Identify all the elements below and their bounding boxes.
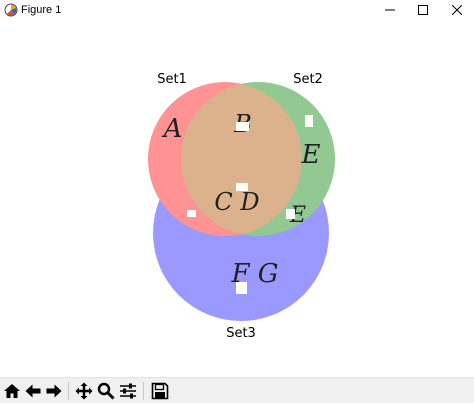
home-icon: [4, 384, 20, 398]
home-button[interactable]: [2, 381, 22, 401]
magnifier-icon: [97, 382, 115, 400]
venn-diagram: Set1 Set2 Set3 A B E C D E F G: [148, 72, 335, 341]
move-icon: [75, 382, 93, 400]
mask-mark: [286, 209, 295, 219]
maximize-button[interactable]: [405, 0, 440, 20]
arrow-right-icon: [46, 384, 62, 398]
matplotlib-icon: [4, 3, 18, 17]
pan-button[interactable]: [74, 381, 94, 401]
close-icon: [451, 5, 462, 15]
mask-mark: [236, 183, 248, 191]
sliders-icon: [120, 383, 136, 399]
mask-mark: [187, 210, 196, 217]
minimize-icon: [384, 9, 395, 11]
configure-subplots-button[interactable]: [118, 381, 138, 401]
window-title: Figure 1: [21, 4, 62, 16]
region-label-set1-only: A: [162, 114, 183, 144]
save-button[interactable]: [150, 381, 170, 401]
toolbar-separator: [68, 382, 69, 400]
close-button[interactable]: [439, 0, 474, 20]
figure-canvas[interactable]: Set1 Set2 Set3 A B E C D E F G: [0, 20, 474, 377]
navigation-toolbar: [0, 377, 474, 403]
floppy-disk-icon: [151, 382, 169, 400]
region-label-center: C D: [214, 188, 259, 216]
mask-mark: [236, 282, 247, 294]
minimize-button[interactable]: [372, 0, 407, 20]
set1-label: Set1: [157, 72, 187, 87]
zoom-button[interactable]: [96, 381, 116, 401]
set3-label: Set3: [226, 326, 256, 341]
window-titlebar: Figure 1: [0, 0, 474, 20]
region-label-set2-only: E: [301, 140, 321, 170]
mask-mark: [236, 122, 249, 131]
mask-mark: [305, 115, 313, 127]
forward-button[interactable]: [44, 381, 64, 401]
maximize-icon: [417, 5, 428, 15]
back-button[interactable]: [23, 381, 43, 401]
set2-label: Set2: [293, 72, 323, 87]
toolbar-separator: [143, 382, 144, 400]
arrow-left-icon: [25, 384, 41, 398]
